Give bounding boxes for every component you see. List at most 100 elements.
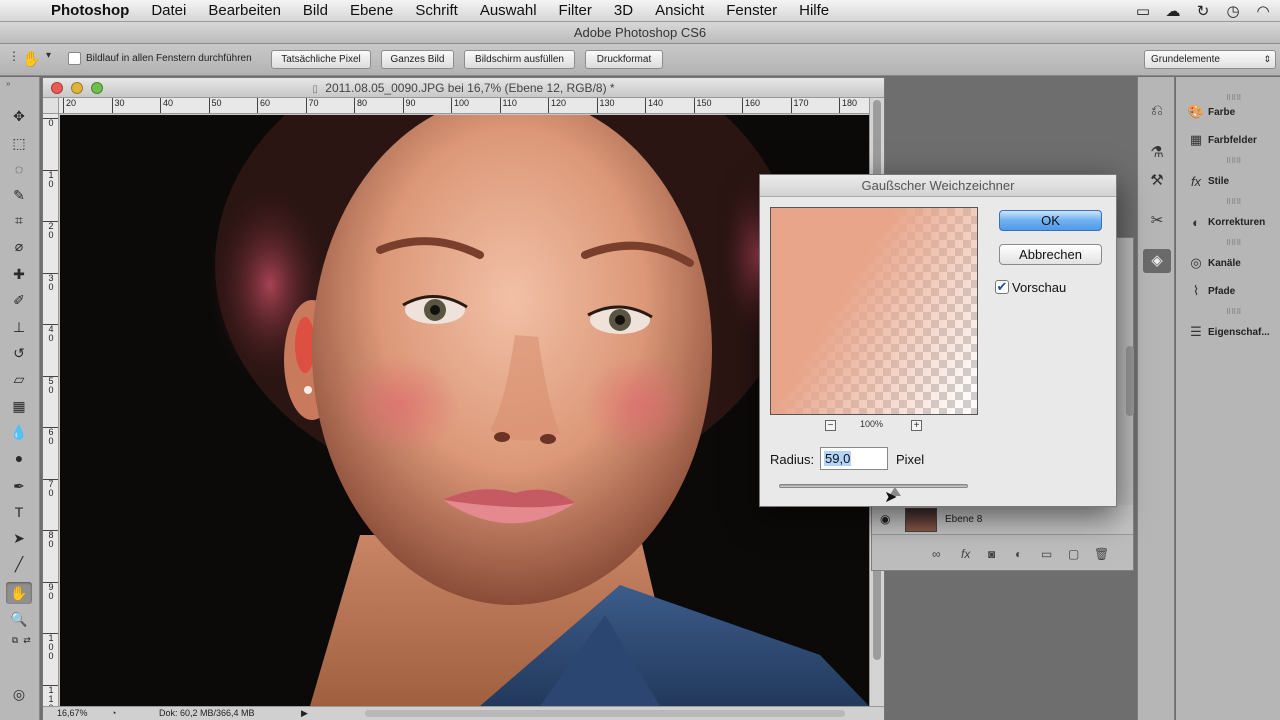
chevron-down-icon[interactable]: ▾ — [46, 50, 51, 61]
time-machine-icon[interactable]: ◷ — [1224, 2, 1242, 20]
menu-filter[interactable]: Filter — [548, 0, 603, 22]
panel-kanaele[interactable]: ◎ Kanäle — [1176, 250, 1280, 276]
quick-mask-icon[interactable]: ◎ — [6, 683, 32, 705]
actions-panel-icon[interactable]: ⚗ — [1143, 141, 1171, 165]
link-layers-icon[interactable]: ∞ — [932, 547, 941, 561]
layers-panel-icon[interactable]: ◈ — [1143, 249, 1171, 273]
trash-icon[interactable]: 🗑 — [1094, 547, 1109, 561]
menu-ebene[interactable]: Ebene — [339, 0, 404, 22]
status-menu-arrow-icon[interactable]: ▶ — [301, 707, 308, 720]
fill-screen-button[interactable]: Bildschirm ausfüllen — [464, 50, 575, 69]
image-canvas[interactable] — [60, 115, 869, 706]
panel-stile[interactable]: fx Stile — [1176, 168, 1280, 194]
document-title: 2011.08.05_0090.JPG bei 16,7% (Ebene 12,… — [325, 81, 615, 95]
radius-input[interactable]: 59,0 — [820, 447, 888, 470]
brush-tool-icon[interactable]: ✐ — [6, 289, 32, 311]
marquee-tool-icon[interactable]: ⬚ — [6, 132, 32, 154]
menu-photoshop[interactable]: Photoshop — [40, 0, 140, 22]
brush-presets-icon[interactable]: ⚒ — [1143, 169, 1171, 193]
close-icon[interactable] — [51, 82, 63, 94]
crop-tool-icon[interactable]: ⌗ — [6, 209, 32, 231]
tool-presets-icon[interactable]: ✂ — [1143, 209, 1171, 233]
workspace-select[interactable]: Grundelemente ⇕ — [1144, 50, 1276, 69]
line-tool-icon[interactable]: ╱ — [6, 553, 32, 575]
panel-pfade[interactable]: ⌇ Pfade — [1176, 278, 1280, 304]
panel-grip[interactable]: ⠿⠿⠿ — [1226, 157, 1241, 165]
blur-tool-icon[interactable]: 💧 — [6, 421, 32, 443]
type-tool-icon[interactable]: T — [6, 501, 32, 523]
panel-farbe[interactable]: 🎨 Farbe — [1176, 99, 1280, 125]
group-folder-icon[interactable]: ▭ — [1041, 547, 1052, 561]
history-panel-icon[interactable]: ⎌ — [1143, 99, 1171, 123]
blur-preview[interactable] — [770, 207, 978, 415]
menu-bild[interactable]: Bild — [292, 0, 339, 22]
lasso-tool-icon[interactable]: ◌ — [6, 158, 32, 180]
layer-mask-icon[interactable]: ◙ — [988, 547, 995, 561]
healing-brush-tool-icon[interactable]: ✚ — [6, 263, 32, 285]
panel-grip[interactable]: ⠿⠿⠿ — [1226, 198, 1241, 206]
adjustment-layer-icon[interactable]: ◐ — [1015, 547, 1022, 561]
actual-pixels-button[interactable]: Tatsächliche Pixel — [271, 50, 371, 69]
visibility-eye-icon[interactable]: ◉ — [880, 512, 890, 526]
layer-row[interactable]: ◉ Ebene 8 — [872, 505, 1133, 535]
fit-screen-button[interactable]: Ganzes Bild — [381, 50, 454, 69]
fx-icon[interactable]: fx — [961, 547, 970, 561]
menu-hilfe[interactable]: Hilfe — [788, 0, 840, 22]
minimize-icon[interactable] — [71, 82, 83, 94]
new-layer-icon[interactable]: ▢ — [1068, 547, 1079, 561]
history-brush-tool-icon[interactable]: ↺ — [6, 342, 32, 364]
panel-farbfelder-label: Farbfelder — [1208, 134, 1257, 146]
cancel-button[interactable]: Abbrechen — [999, 244, 1102, 265]
menu-fenster[interactable]: Fenster — [715, 0, 788, 22]
panel-farbfelder[interactable]: ▦ Farbfelder — [1176, 127, 1280, 153]
menu-schrift[interactable]: Schrift — [404, 0, 469, 22]
horizontal-scrollbar[interactable] — [365, 710, 845, 717]
mouse-pointer-icon: ➤ — [884, 489, 898, 506]
menu-ansicht[interactable]: Ansicht — [644, 0, 715, 22]
ruler-tick: 160 — [742, 98, 760, 113]
pen-tool-icon[interactable]: ✒ — [6, 475, 32, 497]
move-tool-icon[interactable]: ✥ — [6, 105, 32, 127]
panel-eigenschaften-label: Eigenschaf... — [1208, 326, 1270, 338]
swap-colors-icon[interactable]: ⇄ — [14, 629, 40, 651]
zoom-in-icon[interactable]: + — [911, 420, 922, 431]
print-size-button[interactable]: Druckformat — [585, 50, 663, 69]
cloud-icon[interactable]: ☁ — [1164, 2, 1182, 20]
layers-scrollbar[interactable] — [1126, 346, 1134, 416]
sync-icon[interactable]: ↻ — [1194, 2, 1212, 20]
ruler-origin[interactable] — [43, 98, 59, 114]
zoom-out-icon[interactable]: − — [825, 420, 836, 431]
quick-selection-tool-icon[interactable]: ✎ — [6, 184, 32, 206]
eraser-tool-icon[interactable]: ▱ — [6, 368, 32, 390]
zoom-tool-icon[interactable]: 🔍 — [6, 608, 32, 630]
radius-slider[interactable] — [779, 484, 968, 488]
eyedropper-tool-icon[interactable]: ⌀ — [6, 235, 32, 257]
path-selection-tool-icon[interactable]: ➤ — [6, 527, 32, 549]
panel-grip[interactable]: ⠿⠿⠿ — [1226, 239, 1241, 247]
gradient-tool-icon[interactable]: ▦ — [6, 395, 32, 417]
menu-datei[interactable]: Datei — [140, 0, 197, 22]
menu-bearbeiten[interactable]: Bearbeiten — [197, 0, 292, 22]
panel-list: ⠿⠿⠿ 🎨 Farbe ▦ Farbfelder ⠿⠿⠿ fx Stile ⠿⠿⠿ ◐… — [1176, 77, 1280, 720]
hand-tool-icon[interactable]: ✋ — [6, 582, 32, 604]
channels-icon: ◎ — [1190, 255, 1202, 270]
wifi-icon[interactable]: ◠ — [1254, 2, 1272, 20]
panel-grip[interactable]: ⠿⠿⠿ — [1226, 308, 1241, 316]
menu-3d[interactable]: 3D — [603, 0, 644, 22]
screen-record-icon[interactable]: ▭ — [1134, 2, 1152, 20]
document-file-icon: ▯ — [312, 84, 318, 95]
stamp-tool-icon[interactable]: ⊥ — [6, 316, 32, 338]
menu-auswahl[interactable]: Auswahl — [469, 0, 548, 22]
panel-korrekturen[interactable]: ◐ Korrekturen — [1176, 209, 1280, 235]
app-title: Adobe Photoshop CS6 — [0, 22, 1280, 44]
tools-grip-icon[interactable]: » — [6, 79, 10, 88]
ok-button[interactable]: OK — [999, 210, 1102, 231]
zoom-window-icon[interactable] — [91, 82, 103, 94]
dodge-tool-icon[interactable]: ● — [6, 447, 32, 469]
export-icon[interactable]: ◔ — [111, 707, 116, 720]
scroll-all-checkbox[interactable] — [68, 52, 81, 65]
preview-checkbox[interactable]: ✔ — [995, 280, 1009, 294]
zoom-level[interactable]: 16,67% — [57, 707, 88, 720]
panel-eigenschaften[interactable]: ☰ Eigenschaf... — [1176, 319, 1280, 345]
hand-tool-preset-icon[interactable]: ✋ — [22, 50, 41, 68]
